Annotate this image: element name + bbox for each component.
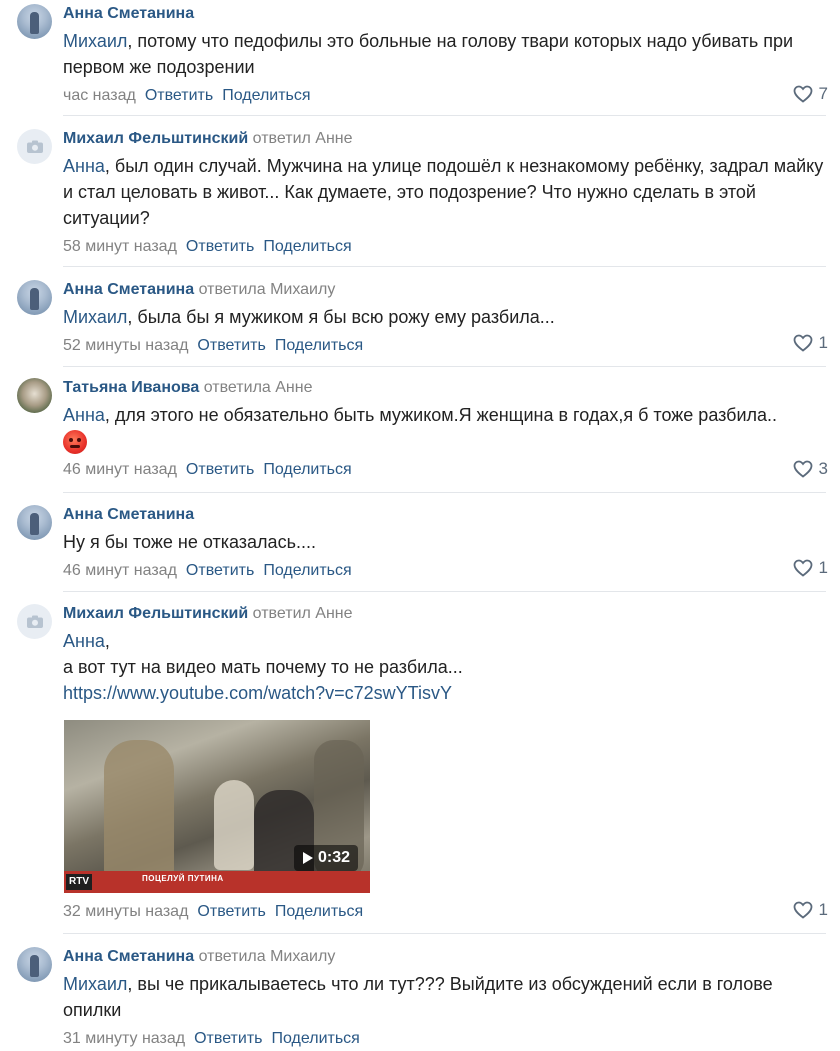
comment-meta: 46 минут назад Ответить Поделиться bbox=[63, 460, 826, 480]
share-button[interactable]: Поделиться bbox=[263, 238, 351, 255]
share-button[interactable]: Поделиться bbox=[263, 461, 351, 478]
replied-to[interactable]: ответил Анне bbox=[253, 130, 353, 147]
reply-button[interactable]: Ответить bbox=[186, 461, 254, 478]
mention-link[interactable]: Анна bbox=[63, 156, 105, 176]
divider bbox=[63, 492, 826, 493]
comment-meta: 46 минут назад Ответить Поделиться bbox=[63, 561, 826, 581]
timestamp[interactable]: 31 минуту назад bbox=[63, 1030, 185, 1047]
reply-button[interactable]: Ответить bbox=[145, 87, 213, 104]
replied-to[interactable]: ответила Михаилу bbox=[199, 281, 336, 298]
share-button[interactable]: Поделиться bbox=[275, 903, 363, 920]
mention-link[interactable]: Анна bbox=[63, 631, 105, 651]
replied-to[interactable]: ответила Михаилу bbox=[199, 948, 336, 965]
video-caption: ПОЦЕЛУЙ ПУТИНА bbox=[142, 874, 224, 883]
divider bbox=[63, 115, 826, 116]
mention-link[interactable]: Михаил bbox=[63, 974, 127, 994]
video-news-banner: RTV ПОЦЕЛУЙ ПУТИНА bbox=[64, 871, 370, 893]
comment-text: Анна, а вот тут на видео мать почему то н… bbox=[63, 631, 463, 703]
comment-text: Анна, был один случай. Мужчина на улице … bbox=[63, 156, 824, 228]
divider bbox=[63, 933, 826, 934]
heart-icon bbox=[793, 559, 812, 577]
avatar[interactable] bbox=[17, 280, 52, 315]
author-name[interactable]: Михаил Фельштинский bbox=[63, 130, 248, 147]
mention-link[interactable]: Михаил bbox=[63, 31, 127, 51]
timestamp[interactable]: 52 минуты назад bbox=[63, 337, 188, 354]
heart-icon bbox=[793, 85, 812, 103]
comment-text: Михаил, вы че прикалываетесь что ли тут?… bbox=[63, 974, 773, 1020]
reply-button[interactable]: Ответить bbox=[197, 903, 265, 920]
like-count: 3 bbox=[818, 459, 828, 478]
comment-meta: час назад Ответить Поделиться bbox=[63, 86, 826, 106]
timestamp[interactable]: 46 минут назад bbox=[63, 461, 177, 478]
reply-button[interactable]: Ответить bbox=[186, 562, 254, 579]
channel-logo: RTV bbox=[66, 874, 92, 890]
mention-link[interactable]: Анна bbox=[63, 405, 105, 425]
comment-text: Михаил, потому что педофилы это больные … bbox=[63, 31, 794, 77]
share-button[interactable]: Поделиться bbox=[222, 87, 310, 104]
divider bbox=[63, 266, 826, 267]
like-button[interactable]: 7 bbox=[793, 84, 828, 104]
timestamp[interactable]: 58 минут назад bbox=[63, 238, 177, 255]
avatar[interactable] bbox=[17, 947, 52, 982]
avatar[interactable] bbox=[17, 378, 52, 413]
play-icon bbox=[302, 852, 313, 864]
like-button[interactable]: 3 bbox=[793, 459, 828, 479]
angry-face-emoji-icon bbox=[63, 430, 87, 454]
mention-link[interactable]: Михаил bbox=[63, 307, 127, 327]
like-button[interactable]: 1 bbox=[793, 900, 828, 920]
reply-button[interactable]: Ответить bbox=[194, 1030, 262, 1047]
timestamp[interactable]: час назад bbox=[63, 87, 136, 104]
share-button[interactable]: Поделиться bbox=[271, 1030, 359, 1047]
author-name[interactable]: Анна Сметанина bbox=[63, 506, 194, 523]
comment-meta: 32 минуты назад Ответить Поделиться bbox=[63, 902, 826, 922]
like-count: 1 bbox=[818, 558, 828, 577]
author-name[interactable]: Анна Сметанина bbox=[63, 281, 194, 298]
camera-icon bbox=[27, 615, 43, 628]
avatar[interactable] bbox=[17, 604, 52, 639]
comment-meta: 31 минуту назад Ответить Поделиться bbox=[63, 1029, 826, 1049]
comment-text: Ну я бы тоже не отказалась.... bbox=[63, 532, 316, 552]
share-button[interactable]: Поделиться bbox=[275, 337, 363, 354]
replied-to[interactable]: ответила Анне bbox=[204, 379, 313, 396]
reply-button[interactable]: Ответить bbox=[186, 238, 254, 255]
avatar[interactable] bbox=[17, 505, 52, 540]
author-name[interactable]: Михаил Фельштинский bbox=[63, 605, 248, 622]
video-duration-badge: 0:32 bbox=[293, 845, 358, 871]
reply-button[interactable]: Ответить bbox=[197, 337, 265, 354]
heart-icon bbox=[793, 334, 812, 352]
timestamp[interactable]: 46 минут назад bbox=[63, 562, 177, 579]
camera-icon bbox=[27, 140, 43, 153]
like-button[interactable]: 1 bbox=[793, 333, 828, 353]
author-name[interactable]: Анна Сметанина bbox=[63, 948, 194, 965]
avatar[interactable] bbox=[17, 4, 52, 39]
author-name[interactable]: Анна Сметанина bbox=[63, 5, 194, 22]
comment-text: Анна, для этого не обязательно быть мужи… bbox=[63, 405, 778, 425]
video-link[interactable]: https://www.youtube.com/watch?v=c72swYTi… bbox=[63, 683, 452, 703]
replied-to[interactable]: ответил Анне bbox=[253, 605, 353, 622]
heart-icon bbox=[793, 901, 812, 919]
like-count: 7 bbox=[818, 84, 828, 103]
like-count: 1 bbox=[818, 900, 828, 919]
like-count: 1 bbox=[818, 333, 828, 352]
comment-meta: 58 минут назад Ответить Поделиться bbox=[63, 237, 826, 257]
share-button[interactable]: Поделиться bbox=[263, 562, 351, 579]
like-button[interactable]: 1 bbox=[793, 558, 828, 578]
author-name[interactable]: Татьяна Иванова bbox=[63, 379, 199, 396]
heart-icon bbox=[793, 460, 812, 478]
timestamp[interactable]: 32 минуты назад bbox=[63, 903, 188, 920]
video-thumbnail[interactable]: RTV ПОЦЕЛУЙ ПУТИНА 0:32 bbox=[64, 720, 370, 893]
divider bbox=[63, 366, 826, 367]
avatar[interactable] bbox=[17, 129, 52, 164]
comment-meta: 52 минуты назад Ответить Поделиться bbox=[63, 336, 826, 356]
comment-text: Михаил, была бы я мужиком я бы всю рожу … bbox=[63, 307, 555, 327]
divider bbox=[63, 591, 826, 592]
